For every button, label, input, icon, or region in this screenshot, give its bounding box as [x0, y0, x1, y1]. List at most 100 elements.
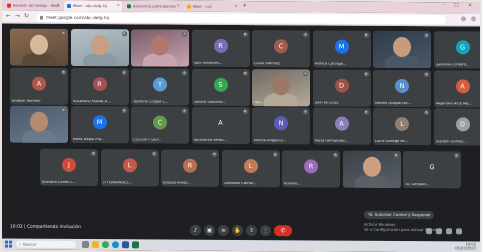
word-icon[interactable]: [122, 241, 129, 249]
muted-mic-icon: ⊘: [424, 71, 429, 77]
participant-tile[interactable]: R ⊘ ROLANDO HUANCA...: [70, 67, 129, 105]
captions-button[interactable]: ≡: [218, 224, 229, 236]
close-tab-icon[interactable]: ×: [117, 2, 120, 7]
participant-tile[interactable]: A⊘Alejandra Arce Ma...: [433, 69, 480, 108]
close-window-icon[interactable]: ×: [468, 2, 472, 8]
minimize-icon[interactable]: –: [442, 2, 445, 8]
presenter-banner: Tú: Autorizar Control y Suspende: [364, 210, 435, 220]
participant-tile[interactable]: N ⊘ Nélson Quispe Ort...: [373, 69, 431, 107]
participant-name: Autónoma Verdú...: [193, 138, 227, 142]
participant-tile[interactable]: G ⊘ Tú, Gonzalo...: [403, 150, 461, 188]
participant-face: [30, 111, 48, 132]
participant-tile[interactable]: M ⊘ María Isabel Pra...: [70, 105, 129, 144]
system-clock[interactable]: 10:02 01/03/2022: [455, 242, 476, 251]
new-tab-button[interactable]: +: [242, 2, 247, 9]
end-call-button[interactable]: ✆: [274, 225, 292, 237]
participant-avatar: R: [213, 39, 228, 54]
muted-mic-icon: ⊘: [303, 109, 308, 115]
browser-tab-4[interactable]: Meet - xyz ×: [184, 2, 240, 12]
raise-hand-button[interactable]: ✋: [232, 224, 243, 237]
participant-tile[interactable]: D ⊘ DAYTIN CEOS: [312, 68, 371, 107]
browser-extension-icons: [461, 16, 476, 22]
participant-name: Rosario...: [284, 181, 301, 185]
participant-name: Anabell Romero: [12, 99, 41, 103]
participant-tile[interactable]: G⊘Gabriela Cordero...: [433, 31, 480, 69]
participant-avatar: R: [304, 159, 318, 174]
close-tab-icon[interactable]: ×: [235, 3, 238, 8]
extension-icon[interactable]: [461, 16, 466, 22]
more-options-button[interactable]: ⋮: [260, 225, 271, 237]
participant-tile[interactable]: ⊘: [342, 150, 401, 188]
participant-tile[interactable]: ⊘: [70, 28, 129, 67]
muted-mic-icon: ⊘: [61, 107, 66, 113]
task-view-icon[interactable]: [82, 241, 89, 249]
chrome-icon[interactable]: [102, 241, 109, 249]
present-button[interactable]: ⇪: [246, 225, 257, 237]
camera-button[interactable]: ▣: [204, 224, 215, 236]
tab-favicon: [127, 4, 131, 9]
participant-tile[interactable]: ⊘: [10, 28, 68, 66]
muted-mic-icon: ⊘: [121, 69, 127, 75]
participant-tile[interactable]: R ⊘ Rosario...: [282, 149, 340, 188]
participant-tile[interactable]: A ⊘ Anabell Romero: [10, 67, 68, 105]
camera-icon: ▣: [206, 227, 213, 234]
participant-video: [373, 30, 431, 69]
close-tab-icon[interactable]: ×: [57, 2, 60, 7]
participant-grid: ⊘ ⊘ ⊘ R ⊘ Ruth Villarroel... C ⊘ Cesar Ramirez M ⊘…: [10, 28, 480, 216]
participant-avatar: N: [274, 116, 288, 131]
mic-button[interactable]: ♪: [190, 224, 201, 236]
participant-name: ROLANDO HUANCA...: [72, 99, 111, 103]
muted-mic-icon: ⊘: [242, 70, 248, 76]
file-explorer-icon[interactable]: [92, 241, 99, 249]
browser-tab-1[interactable]: Reunión de trabajo - Meet ×: [4, 1, 62, 11]
participant-tile[interactable]: M ⊘ Mónica Carvajal...: [312, 30, 371, 68]
participant-tile[interactable]: L ⊘ LI FERNÁNDEZ...: [100, 148, 159, 186]
participant-tile[interactable]: ⊘: [373, 30, 431, 69]
participant-tile[interactable]: Y ⊘ Yasmine Colque C...: [131, 67, 189, 106]
browser-tab-2[interactable]: Meet - abc-defg-hij ×: [64, 0, 122, 12]
browser-tab-3[interactable]: Asistencia participantes ×: [124, 1, 182, 11]
close-tab-icon[interactable]: ×: [177, 3, 180, 8]
reload-icon[interactable]: ↻: [24, 13, 29, 20]
participant-tile[interactable]: C ⊘ Cesar Ramirez: [252, 30, 310, 68]
muted-mic-icon: ⊘: [182, 108, 187, 114]
lock-icon: [40, 15, 43, 20]
chat-icon[interactable]: [446, 228, 452, 235]
participant-avatar: C: [153, 115, 167, 130]
maximize-icon[interactable]: □: [454, 2, 459, 8]
participant-tile[interactable]: ⊘: [131, 29, 189, 67]
muted-mic-icon: ⊘: [363, 109, 369, 115]
participant-tile[interactable]: N ⊘ Norma Angélica...: [252, 107, 310, 145]
edge-icon[interactable]: [112, 241, 119, 249]
captions-icon: ≡: [221, 227, 226, 234]
url-text: meet.google.com/abc-defg-hij: [46, 14, 109, 21]
participant-avatar: A: [32, 76, 46, 91]
back-icon[interactable]: ←: [6, 13, 11, 20]
participant-tile[interactable]: L ⊘ Lucia Gallego Mi...: [373, 107, 431, 146]
profile-icon[interactable]: [471, 16, 476, 22]
participant-tile[interactable]: R ⊘ Rosalia Prieto...: [161, 149, 219, 187]
excel-icon[interactable]: [132, 241, 139, 249]
participant-avatar: L: [122, 158, 137, 173]
taskbar-search[interactable]: ⌕ Buscar: [16, 240, 76, 248]
participant-tile[interactable]: ⊘: [10, 105, 68, 143]
participant-tile[interactable]: ⊘ Yani...: [252, 68, 310, 106]
participant-name: Yasmine Colque C...: [133, 99, 169, 104]
url-field[interactable]: meet.google.com/abc-defg-hij: [36, 12, 446, 25]
forward-icon[interactable]: →: [15, 13, 20, 20]
participant-video: [70, 28, 129, 67]
participant-face: [393, 36, 411, 58]
participant-tile[interactable]: D⊘Diadem Gómez...: [433, 108, 480, 146]
participant-tile[interactable]: A ⊘ Autónoma Verdú...: [191, 106, 250, 145]
participant-name: Mónica Carvajal...: [314, 62, 347, 66]
participant-tile[interactable]: L ⊘ Laureano Camar...: [221, 149, 280, 187]
activities-icon[interactable]: [456, 228, 462, 235]
windows-start-icon[interactable]: [5, 240, 12, 248]
participant-tile[interactable]: R ⊘ Ruth Villarroel...: [191, 29, 250, 68]
participant-video: [131, 29, 189, 67]
participant-tile[interactable]: A ⊘ Alicia Hernández...: [312, 107, 371, 145]
participant-tile[interactable]: C ⊘ CECILIA Y DEP...: [131, 106, 189, 144]
participant-tile[interactable]: J ⊘ Jhandira Cohen L...: [40, 148, 98, 186]
muted-mic-icon: ⊘: [61, 69, 66, 75]
participant-tile[interactable]: S ⊘ Sandra Sanchez...: [191, 68, 250, 106]
